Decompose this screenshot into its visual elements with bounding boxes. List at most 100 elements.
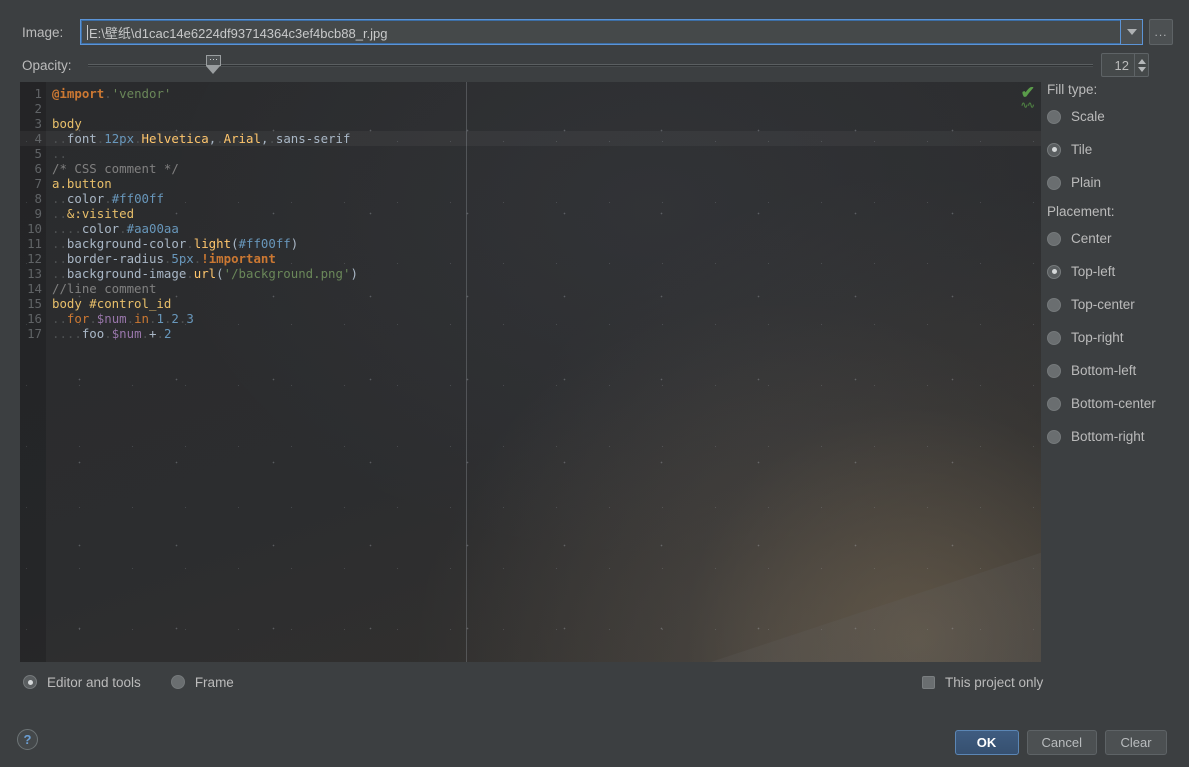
image-path-row: Image: E:\壁纸\d1cac14e6224df93714364c3ef4… (0, 18, 1189, 46)
line-text: ..border-radius.5px.!important (52, 251, 276, 266)
scope-target-label: Frame (194, 674, 234, 690)
placement-label: Bottom-right (1071, 429, 1145, 444)
code-line[interactable]: 12 ..border-radius.5px.!important (20, 251, 1041, 266)
radio-unselected-icon[interactable] (1047, 330, 1061, 345)
line-number: 2 (34, 101, 42, 116)
slider-track (88, 64, 1093, 67)
image-path-dropdown-button[interactable] (1120, 20, 1142, 44)
chevron-up-icon[interactable] (1137, 58, 1146, 64)
code-line[interactable]: 6 /* CSS comment */ (20, 161, 1041, 176)
code-line[interactable]: 10 ....color.#aa00aa (20, 221, 1041, 236)
code-line[interactable]: 13 ..background-image.url('/background.pn… (20, 266, 1041, 281)
fill-type-tile[interactable]: Tile (1047, 137, 1189, 162)
opacity-value[interactable]: 12 (1102, 58, 1134, 73)
line-number: 6 (34, 161, 42, 176)
image-path-input[interactable]: E:\壁纸\d1cac14e6224df93714364c3ef4bcb88_r… (80, 19, 1143, 45)
checkbox-box[interactable] (922, 675, 935, 689)
radio-unselected-icon[interactable] (1047, 396, 1061, 411)
radio-unselected-icon[interactable] (170, 675, 185, 689)
fill-type-plain[interactable]: Plain (1047, 170, 1189, 195)
radio-selected-icon[interactable] (1047, 264, 1061, 279)
code-line[interactable]: 5.. (20, 146, 1041, 161)
placement-bottom-right[interactable]: Bottom-right (1047, 424, 1189, 449)
line-text: /* CSS comment */ (52, 161, 179, 176)
placement-top-left[interactable]: Top-left (1047, 259, 1189, 284)
line-text: body #control_id (52, 296, 172, 311)
clear-button[interactable]: Clear (1105, 730, 1167, 755)
stepper-arrows[interactable] (1134, 54, 1148, 76)
line-number: 3 (34, 116, 42, 131)
browse-file-button[interactable]: ... (1149, 19, 1173, 45)
radio-unselected-icon[interactable] (1047, 429, 1061, 444)
placement-label: Center (1071, 231, 1112, 246)
line-number: 8 (34, 191, 42, 206)
help-button[interactable]: ? (17, 729, 38, 750)
this-project-only-checkbox[interactable]: This project only (922, 675, 1043, 690)
radio-unselected-icon[interactable] (1047, 363, 1061, 378)
radio-selected-icon[interactable] (1047, 142, 1061, 157)
radio-unselected-icon[interactable] (1047, 297, 1061, 312)
scope-target-group: Editor and tools Frame (23, 670, 234, 695)
placement-label: Top-right (1071, 330, 1124, 345)
fill-type-scale[interactable]: Scale (1047, 104, 1189, 129)
line-number: 11 (27, 236, 42, 251)
placement-group: Center Top-left Top-center Top-right Bottom-… (1047, 226, 1189, 449)
opacity-label: Opacity: (22, 57, 72, 73)
line-text: ..background-image.url('/background.png'… (52, 266, 358, 281)
line-text: //line comment (52, 281, 157, 296)
code-line[interactable]: 7 a.button (20, 176, 1041, 191)
cancel-button[interactable]: Cancel (1026, 730, 1097, 755)
line-text: ..background-color.light(#ff00ff) (52, 236, 299, 251)
radio-unselected-icon[interactable] (1047, 109, 1061, 124)
radio-unselected-icon[interactable] (1047, 231, 1061, 246)
code-line[interactable]: 4 ..font.12px.Helvetica,.Arial,.sans-seri… (20, 131, 1041, 146)
line-number: 10 (27, 221, 42, 236)
chevron-down-icon[interactable] (1137, 66, 1146, 72)
code-line[interactable]: 16 ..for.$num.in.1.2.3 (20, 311, 1041, 326)
placement-center[interactable]: Center (1047, 226, 1189, 251)
code-line[interactable]: 2 (20, 101, 1041, 116)
placement-label: Top-center (1071, 297, 1135, 312)
line-number: 1 (34, 86, 42, 101)
opacity-slider[interactable] (88, 53, 1093, 77)
code-line[interactable]: 9 ..&:visited (20, 206, 1041, 221)
placement-bottom-center[interactable]: Bottom-center (1047, 391, 1189, 416)
checkmark-ok-icon[interactable]: ✔ ∿∿ (1021, 84, 1035, 112)
chevron-down-icon (1126, 29, 1137, 35)
scope-target-frame[interactable]: Frame (170, 670, 234, 695)
placement-top-right[interactable]: Top-right (1047, 325, 1189, 350)
editor-code[interactable]: 1 @import.'vendor' 2 3 body 4 ..font.12px.Helv… (20, 86, 1041, 341)
opacity-stepper[interactable]: 12 (1101, 53, 1149, 77)
code-line[interactable]: 11 ..background-color.light(#ff00ff) (20, 236, 1041, 251)
line-text: ..color.#ff00ff (52, 191, 164, 206)
ok-button[interactable]: OK (954, 730, 1019, 755)
code-line[interactable]: 17 ....foo.$num.+.2 (20, 326, 1041, 341)
code-line[interactable]: 8 ..color.#ff00ff (20, 191, 1041, 206)
code-line[interactable]: 15 body #control_id (20, 296, 1041, 311)
line-text: a.button (52, 176, 112, 191)
radio-dot (1051, 269, 1057, 274)
radio-dot (1051, 147, 1057, 152)
placement-label: Bottom-center (1071, 396, 1156, 411)
image-path-value: E:\壁纸\d1cac14e6224df93714364c3ef4bcb88_r… (89, 25, 388, 41)
scope-target-label: Editor and tools (47, 674, 141, 690)
fill-type-title: Fill type: (1047, 82, 1098, 97)
placement-label: Bottom-left (1071, 363, 1137, 378)
placement-title: Placement: (1047, 204, 1115, 219)
radio-selected-icon[interactable] (23, 675, 37, 689)
placement-bottom-left[interactable]: Bottom-left (1047, 358, 1189, 383)
line-number: 14 (27, 281, 42, 296)
placement-top-center[interactable]: Top-center (1047, 292, 1189, 317)
code-line[interactable]: 3 body (20, 116, 1041, 131)
code-line[interactable]: 1 @import.'vendor' (20, 86, 1041, 101)
slider-thumb[interactable] (206, 55, 221, 74)
code-line[interactable]: 14 //line comment (20, 281, 1041, 296)
fill-type-label: Plain (1071, 175, 1102, 190)
scope-target-editor-and-tools[interactable]: Editor and tools (23, 670, 141, 695)
fill-type-label: Tile (1071, 142, 1093, 157)
opacity-row: Opacity: 12 (0, 52, 1189, 78)
image-label: Image: (22, 24, 64, 40)
line-text: ....color.#aa00aa (52, 221, 179, 236)
radio-unselected-icon[interactable] (1047, 175, 1061, 190)
radio-dot (27, 679, 33, 685)
